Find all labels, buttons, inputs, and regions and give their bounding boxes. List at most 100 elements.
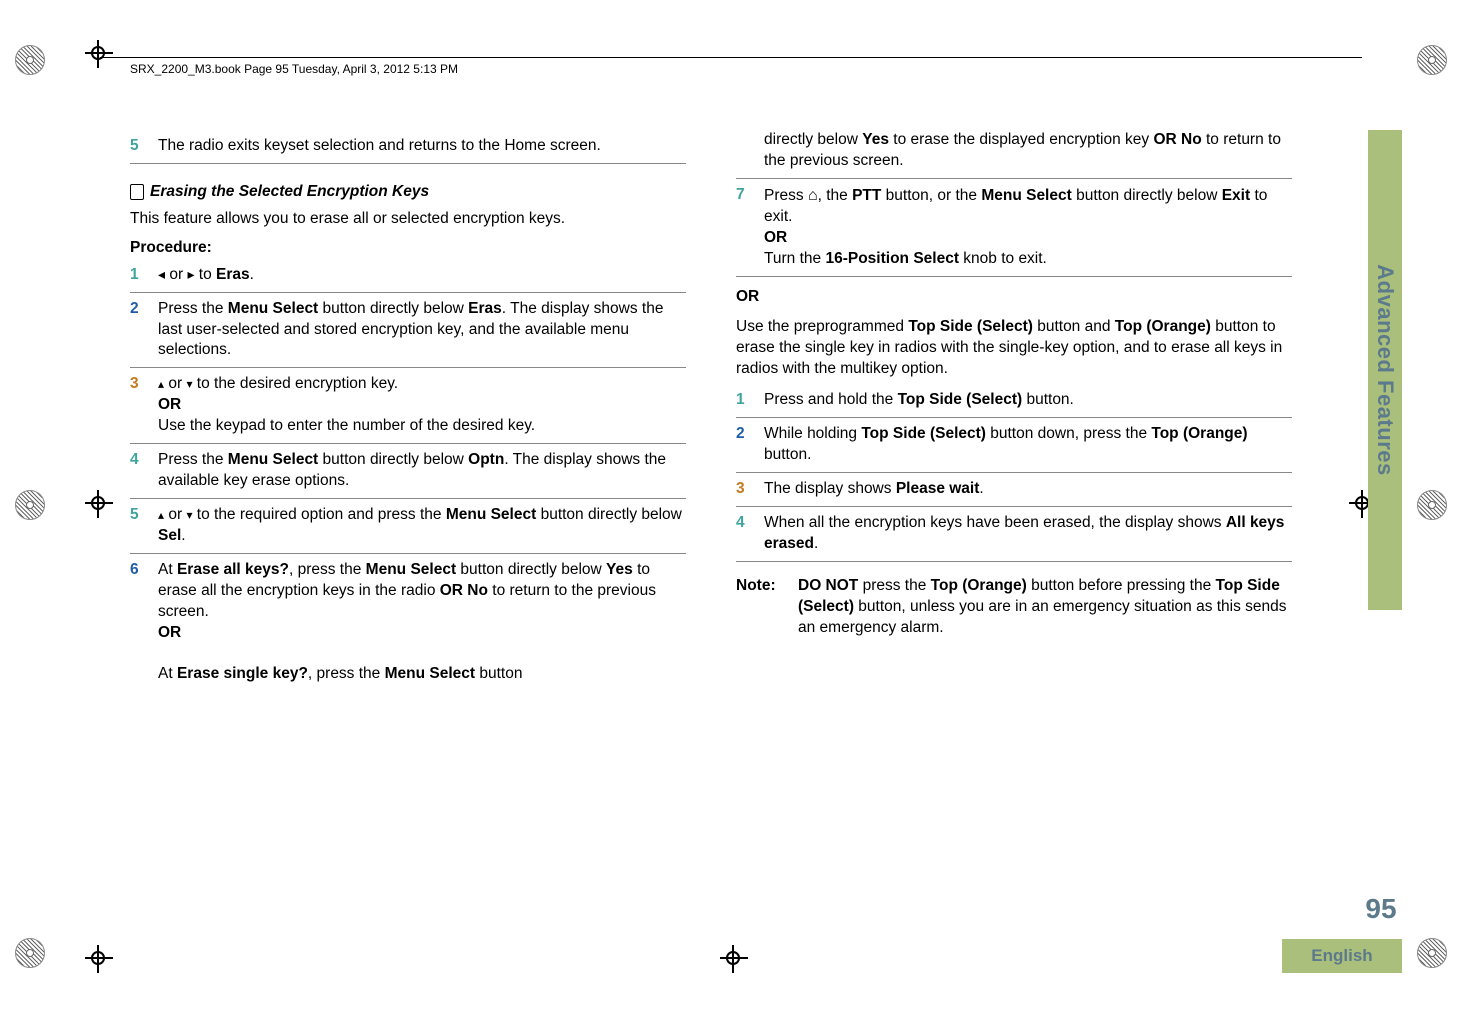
step-number: 2 [130, 299, 158, 362]
step-7: 7 Press , the PTT button, or the Menu Se… [736, 185, 1292, 270]
step-5-prev: 5 The radio exits keyset selection and r… [130, 136, 686, 157]
bold: PTT [852, 187, 881, 204]
bold: Menu Select [446, 506, 536, 523]
step-text: or to Eras. [158, 265, 686, 286]
txt: button, unless you are in an emergency s… [798, 598, 1287, 636]
note-label: Note: [736, 576, 798, 639]
menu-text: Please wait [896, 480, 980, 497]
page-body: 5 The radio exits keyset selection and r… [130, 130, 1332, 893]
note: Note: DO NOT press the Top (Orange) butt… [736, 576, 1292, 639]
txt: button directly below [318, 451, 468, 468]
registration-hatch [1417, 938, 1447, 968]
step-number: 3 [736, 479, 764, 500]
bold: DO NOT [798, 577, 858, 594]
bold: Menu Select [228, 300, 318, 317]
divider [736, 472, 1292, 473]
txt: knob to exit. [959, 250, 1047, 267]
txt: to erase the displayed encryption key [889, 131, 1154, 148]
txt: button [475, 665, 522, 682]
menu-text: Yes [606, 561, 633, 578]
divider [130, 292, 686, 293]
alt-step-2: 2 While holding Top Side (Select) button… [736, 424, 1292, 466]
crop-mark-icon [85, 40, 113, 68]
left-arrow-icon [158, 266, 165, 283]
header-rule [100, 57, 1362, 58]
divider [736, 276, 1292, 277]
step-2: 2 Press the Menu Select button directly … [130, 299, 686, 362]
step-number: 7 [736, 185, 764, 270]
divider [130, 443, 686, 444]
step-3: 3 or to the desired encryption key. OR U… [130, 374, 686, 437]
step-number: 5 [130, 136, 158, 157]
menu-text: Erase single key? [177, 665, 308, 682]
procedure-label: Procedure: [130, 238, 686, 259]
bold: Menu Select [366, 561, 456, 578]
divider [130, 163, 686, 164]
divider [736, 417, 1292, 418]
bold: Menu Select [228, 451, 318, 468]
step-text: or to the required option and press the … [158, 505, 686, 547]
crop-mark-icon [85, 490, 113, 518]
txt: to [194, 266, 216, 283]
menu-text: Optn [468, 451, 504, 468]
registration-hatch [15, 938, 45, 968]
step-text: Press , the PTT button, or the Menu Sele… [764, 185, 1292, 270]
bold: Top (Orange) [1115, 318, 1211, 335]
alt-step-1: 1 Press and hold the Top Side (Select) b… [736, 390, 1292, 411]
step-1: 1 or to Eras. [130, 265, 686, 286]
txt: to the required option and press the [192, 506, 445, 523]
step-number: 5 [130, 505, 158, 547]
running-header: SRX_2200_M3.book Page 95 Tuesday, April … [130, 62, 458, 76]
bold: Top Side (Select) [908, 318, 1033, 335]
registration-hatch [1417, 490, 1447, 520]
txt: Press and hold the [764, 391, 898, 408]
txt: . [250, 266, 254, 283]
side-tab: Advanced Features [1368, 130, 1402, 610]
txt: At [158, 561, 177, 578]
menu-text: Yes [862, 131, 889, 148]
menu-text: No [463, 582, 488, 599]
or-label: OR [736, 288, 759, 305]
step-number: 6 [130, 560, 158, 686]
step-number: 4 [736, 513, 764, 555]
page-number: 95 [1360, 893, 1402, 925]
divider [736, 506, 1292, 507]
txt: Use the preprogrammed [736, 318, 908, 335]
step-number: 1 [736, 390, 764, 411]
subheading-text: Erasing the Selected Encryption Keys [150, 182, 429, 203]
txt: , the [818, 187, 852, 204]
txt: button directly below [1072, 187, 1222, 204]
divider [130, 553, 686, 554]
txt: The display shows [764, 480, 896, 497]
txt: button before pressing the [1027, 577, 1216, 594]
txt: button directly below [536, 506, 682, 523]
bold: Top (Orange) [931, 577, 1027, 594]
txt: . [181, 527, 185, 544]
intro-text: This feature allows you to erase all or … [130, 209, 686, 230]
txt: button down, press the [986, 425, 1151, 442]
menu-text: Sel [158, 527, 181, 544]
or-label: OR [158, 624, 181, 641]
divider [736, 178, 1292, 179]
menu-text: Eras [468, 300, 502, 317]
txt: button directly below [456, 561, 606, 578]
or-label: OR [158, 396, 181, 413]
step-6: 6 At Erase all keys?, press the Menu Sel… [130, 560, 686, 686]
txt: button. [764, 446, 811, 463]
alt-step-3: 3 The display shows Please wait. [736, 479, 1292, 500]
txt: Use the keypad to enter the number of th… [158, 417, 535, 434]
step-text: or to the desired encryption key. OR Use… [158, 374, 686, 437]
txt: Press the [158, 451, 228, 468]
book-icon [130, 184, 144, 200]
txt: Press [764, 187, 808, 204]
txt: Press the [158, 300, 228, 317]
step-text: The display shows Please wait. [764, 479, 1292, 500]
or-label: OR [440, 582, 463, 599]
txt: or [164, 375, 186, 392]
bold: Top Side (Select) [861, 425, 986, 442]
registration-hatch [1417, 45, 1447, 75]
right-column: directly below Yes to erase the displaye… [736, 130, 1332, 893]
bold: Top (Orange) [1151, 425, 1247, 442]
txt: press the [858, 577, 930, 594]
bold: Menu Select [981, 187, 1071, 204]
